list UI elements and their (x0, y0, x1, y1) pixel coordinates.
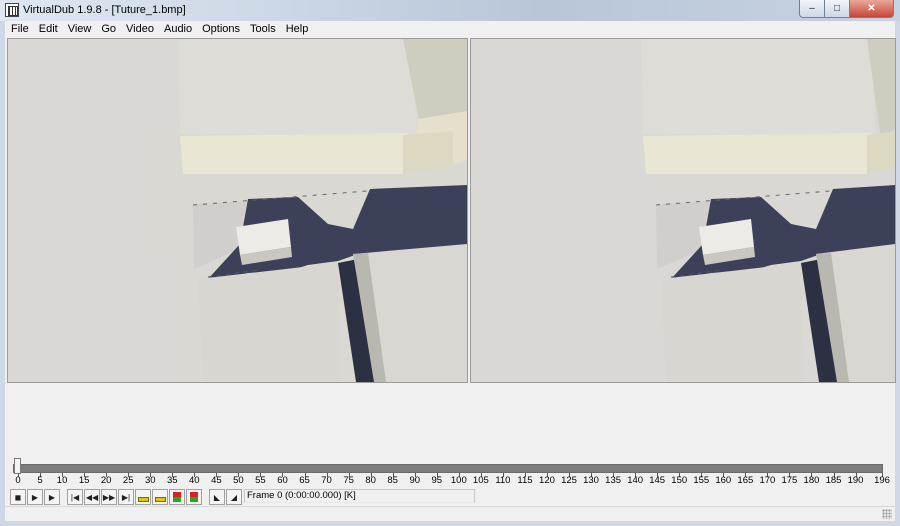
next-scene-button[interactable] (186, 489, 202, 505)
play-input-icon: ▶ (31, 492, 39, 502)
menu-file[interactable]: File (5, 21, 34, 37)
timeline-trackbar[interactable] (13, 464, 883, 473)
timeline-tick-label: 5 (37, 475, 43, 486)
menu-video[interactable]: Video (121, 21, 159, 37)
client-area: 0 5 10 15 20 25 30 35 40 45 50 55 60 65 70 75 80 85 90 95 10… (5, 37, 896, 521)
mark-out-icon: ◢ (230, 492, 238, 502)
menu-tools[interactable]: Tools (245, 21, 281, 37)
mark-in-icon: ◣ (213, 492, 221, 502)
prev-scene-icon-bar (173, 497, 181, 502)
timeline-tick-label: 90 (409, 475, 421, 486)
maximize-button[interactable]: □ (825, 0, 850, 18)
timeline-tick-label: 80 (365, 475, 376, 486)
menu-edit[interactable]: Edit (34, 21, 63, 37)
timeline-tick-label: 125 (561, 475, 577, 486)
timeline-tick-label: 95 (431, 475, 443, 486)
timeline-tick-label: 40 (189, 475, 200, 486)
timeline-tick-label: 196 (874, 475, 890, 486)
go-start-button[interactable]: |◀ (67, 489, 83, 505)
timeline-tick-label: 100 (450, 475, 467, 486)
timeline-thumb[interactable] (14, 458, 21, 474)
menu-view[interactable]: View (63, 21, 97, 37)
prev-keyframe-icon (138, 497, 149, 502)
menu-audio[interactable]: Audio (159, 21, 197, 37)
timeline-tick-label: 85 (387, 475, 398, 486)
prev-scene-button[interactable] (169, 489, 185, 505)
next-frame-icon: ▶▶ (102, 492, 116, 502)
next-keyframe-button[interactable] (152, 489, 168, 505)
output-frame-image (471, 39, 895, 382)
prev-frame-icon: ◀◀ (85, 492, 99, 502)
timeline-tick-label: 160 (715, 475, 732, 486)
prev-frame-button[interactable]: ◀◀ (84, 489, 100, 505)
output-video-pane[interactable] (470, 38, 896, 383)
timeline-tick-label: 120 (539, 475, 555, 486)
timeline-tick-label: 165 (737, 475, 754, 486)
mark-in-button[interactable]: ◣ (209, 489, 225, 505)
play-output-button[interactable]: ▶ (44, 489, 60, 505)
timeline-tick-label: 65 (299, 475, 310, 486)
timeline-tick-label: 175 (781, 475, 798, 486)
timeline-tick-label: 185 (825, 475, 842, 486)
timeline-tick-label: 170 (759, 475, 776, 486)
timeline-tick-label: 190 (847, 475, 864, 486)
timeline-tick-label: 105 (472, 475, 489, 486)
timeline-tick-label: 140 (627, 475, 644, 486)
status-bar (5, 506, 895, 521)
title-bar: VirtualDub 1.9.8 - [Tuture_1.bmp] – □ ✕ (0, 0, 900, 21)
go-start-icon: |◀ (70, 492, 80, 502)
timeline-tick-label: 180 (803, 475, 820, 486)
menu-options[interactable]: Options (197, 21, 245, 37)
timeline-tick-label: 75 (343, 475, 354, 486)
timeline-tick-label: 60 (277, 475, 288, 486)
timeline-tick-label: 20 (100, 475, 112, 486)
timeline-tick-label: 145 (649, 475, 666, 486)
timeline-tick-label: 110 (495, 475, 511, 486)
play-output-icon: ▶ (48, 492, 56, 502)
input-frame-image (8, 39, 467, 382)
mark-out-button[interactable]: ◢ (226, 489, 242, 505)
stop-button[interactable]: ◼ (10, 489, 26, 505)
window-title: VirtualDub 1.9.8 - [Tuture_1.bmp] (23, 4, 186, 16)
timeline-tick-label: 0 (15, 475, 21, 486)
timeline-tick-label: 50 (233, 475, 244, 486)
input-video-pane[interactable] (7, 38, 468, 383)
go-end-button[interactable]: ▶| (118, 489, 134, 505)
playback-toolbar: ◼ ▶ ▶ |◀ ◀◀ ▶▶ ▶| ◣ ◢ (10, 488, 243, 506)
timeline-tick-label: 115 (517, 475, 533, 486)
timeline-tick-label: 135 (605, 475, 622, 486)
timeline-tick-label: 155 (693, 475, 710, 486)
go-end-icon: ▶| (121, 492, 131, 502)
frame-status: Frame 0 (0:00:00.000) [K] (244, 489, 475, 503)
timeline-tick-label: 150 (671, 475, 688, 486)
timeline-tick-label: 35 (166, 475, 178, 486)
timeline-tick-label: 70 (321, 475, 332, 486)
menu-help[interactable]: Help (281, 21, 314, 37)
timeline-tick-label: 25 (122, 475, 134, 486)
timeline-tick-label: 130 (583, 475, 599, 486)
next-scene-icon-bar (190, 497, 198, 502)
timeline-tick-label: 30 (144, 475, 156, 486)
play-input-button[interactable]: ▶ (27, 489, 43, 505)
timeline-tick-label: 45 (211, 475, 222, 486)
timeline-tick-label: 55 (255, 475, 266, 486)
close-button[interactable]: ✕ (850, 0, 894, 18)
timeline-tick-label: 10 (56, 475, 68, 486)
next-keyframe-icon (155, 497, 166, 502)
menu-bar: File Edit View Go Video Audio Options To… (5, 21, 895, 37)
resize-grip-icon[interactable] (882, 509, 892, 519)
stop-icon: ◼ (14, 492, 22, 502)
minimize-button[interactable]: – (799, 0, 825, 18)
menu-go[interactable]: Go (96, 21, 121, 37)
app-icon[interactable] (5, 3, 19, 17)
prev-keyframe-button[interactable] (135, 489, 151, 505)
timeline-tick-label: 15 (78, 475, 90, 486)
next-frame-button[interactable]: ▶▶ (101, 489, 117, 505)
window-controls: – □ ✕ (799, 0, 894, 19)
